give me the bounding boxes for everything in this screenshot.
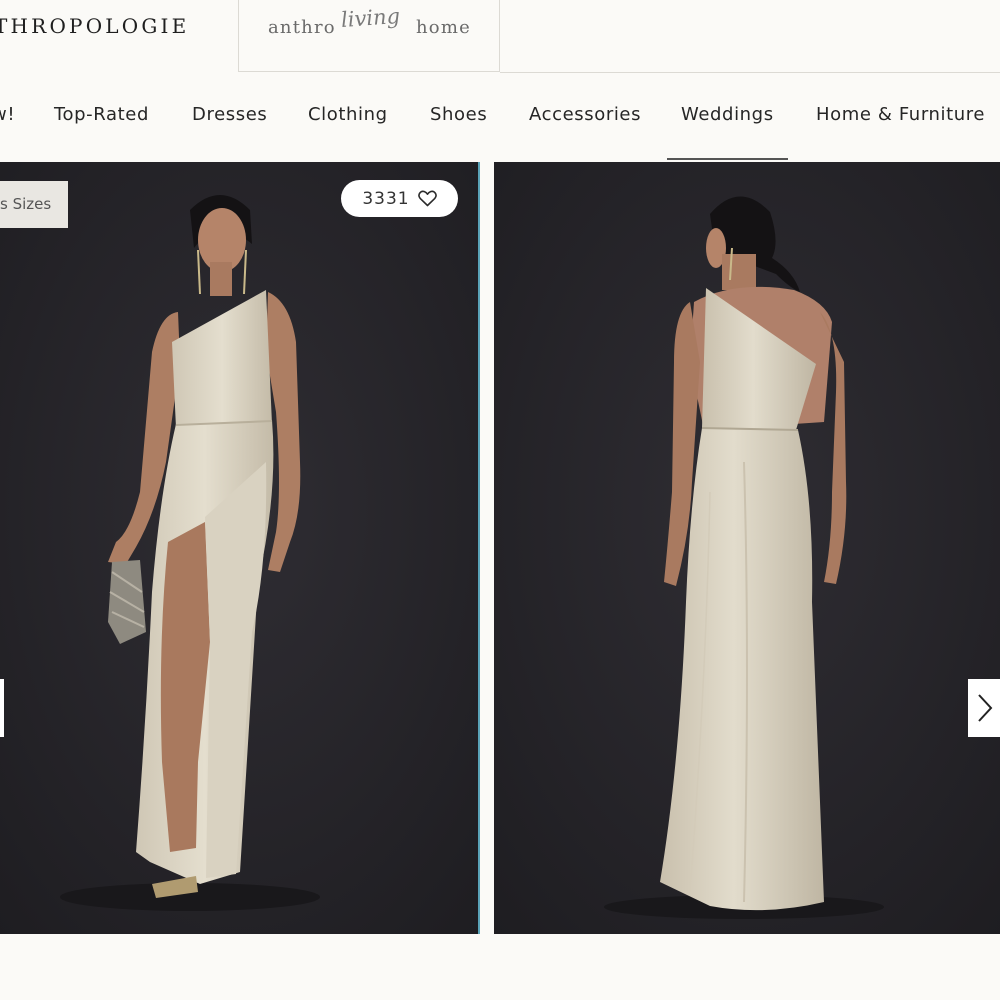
chevron-right-icon [978,694,993,722]
nav-item-dresses[interactable]: Dresses [192,104,267,125]
prev-image-button[interactable] [0,679,4,737]
product-image-back[interactable] [494,162,1000,934]
sizes-badge: s Sizes [0,181,68,228]
main-nav: w! Top-Rated Dresses Clothing Shoes Acce… [0,74,1000,162]
nav-active-underline [667,158,788,160]
heart-outline-icon [417,190,437,207]
product-image-front[interactable]: s Sizes 3331 [0,162,480,934]
nav-item-home-furniture[interactable]: Home & Furniture [816,104,985,125]
back-view-illustration [494,162,1000,934]
nav-item-new[interactable]: w! [0,104,15,125]
favorite-count: 3331 [362,188,410,209]
favorite-button[interactable]: 3331 [341,180,458,217]
living-tab-word-anthro: anthro [268,17,336,38]
nav-item-shoes[interactable]: Shoes [430,104,487,125]
nav-item-top-rated[interactable]: Top-Rated [54,104,149,125]
living-tab-word-home: home [416,17,471,38]
front-view-illustration [0,162,478,934]
anthro-living-home-tab[interactable]: anthro living home [238,0,500,72]
page-bottom-area [0,934,1000,1000]
next-image-button[interactable] [968,679,1000,737]
living-tab-word-living: living [340,3,401,33]
nav-item-weddings[interactable]: Weddings [681,104,774,125]
product-image-gallery: s Sizes 3331 [0,162,1000,934]
nav-item-accessories[interactable]: Accessories [529,104,641,125]
brand-bar-divider [500,72,1000,73]
anthropologie-logo[interactable]: THROPOLOGIE [0,14,189,38]
brand-bar: THROPOLOGIE anthro living home [0,0,1000,74]
nav-item-clothing[interactable]: Clothing [308,104,388,125]
gallery-gap [480,162,494,934]
